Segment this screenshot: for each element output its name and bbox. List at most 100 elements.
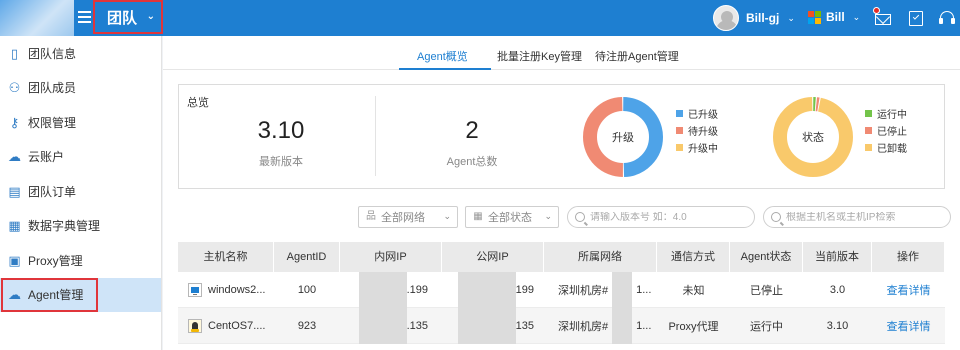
legend-item: 升级中 [676, 139, 718, 156]
upgrade-donut-chart: 升级 [583, 97, 663, 177]
agent-status-cell: 运行中 [750, 320, 783, 333]
chevron-down-icon: ⌄ [544, 211, 552, 221]
comm-method-cell: 未知 [682, 284, 705, 297]
view-details-link[interactable]: 查看详情 [872, 282, 945, 298]
redaction-mask [612, 307, 633, 344]
inner-ip-cell: .135 [340, 307, 442, 344]
sidebar-item[interactable]: ▤ 团队订单 [0, 174, 161, 209]
mail-icon[interactable] [873, 7, 892, 27]
public-ip: 199 [515, 283, 534, 296]
host-name-cell: windows2... [178, 282, 274, 297]
team-info-icon: ▯ [10, 45, 19, 61]
redaction-mask [612, 271, 633, 308]
network-filter[interactable]: 品 全部网络 ⌄ [358, 206, 458, 228]
team-selector-label: 团队 [107, 9, 138, 27]
version-search[interactable] [567, 206, 755, 228]
legend-item: 已卸载 [865, 139, 907, 156]
chevron-down-icon: ⌄ [443, 211, 451, 221]
linux-icon [188, 318, 202, 333]
sidebar-item-label: 云账户 [28, 150, 65, 165]
legend-label: 待升级 [688, 127, 718, 138]
windows-icon [188, 282, 202, 297]
tab-pending-agent[interactable]: 待注册Agent管理 [595, 48, 679, 64]
column-header: Agent状态 [730, 242, 803, 272]
public-ip-cell: 135 [442, 307, 544, 344]
legend-item: 已升级 [676, 105, 718, 122]
host-search[interactable] [763, 206, 951, 228]
sidebar-item[interactable]: ☁ Agent管理 [0, 277, 161, 312]
agent-table: 主机名称 AgentID 内网IP 公网IP 所属网络 通信方式 Agent状态 当前版本 操作… [178, 242, 945, 344]
version-cell: 3.0 [829, 283, 846, 296]
org-name: Bill [826, 10, 845, 24]
sidebar-item[interactable]: ☁ 云账户 [0, 140, 161, 175]
sidebar-item[interactable]: ▯ 团队信息 [0, 36, 161, 71]
headset-icon[interactable] [938, 9, 956, 27]
upgrade-legend: 已升级待升级升级中 [676, 105, 718, 156]
legend-label: 运行中 [877, 110, 907, 121]
network-cell: 深圳机房# 1... [544, 307, 657, 344]
host-name: CentOS7.... [208, 319, 266, 332]
table-row[interactable]: windows2... 100 .199 199 深圳机房# 1... 未知 已停止 3.0 查看… [178, 271, 945, 308]
column-header: 操作 [872, 242, 945, 272]
legend-item: 已停止 [865, 122, 907, 139]
donut-center-label: 升级 [612, 131, 634, 144]
search-icon [575, 212, 585, 222]
menu-icon[interactable] [78, 8, 94, 28]
org-logo-icon [808, 10, 821, 24]
tab-agent-overview[interactable]: Agent概览 [417, 48, 468, 64]
org-menu[interactable]: Bill ⌄ [808, 10, 860, 24]
user-menu[interactable]: Bill-gj ⌄ [713, 5, 795, 31]
legend-item: 运行中 [865, 105, 907, 122]
column-header: 主机名称 [178, 242, 274, 272]
legend-label: 已卸载 [877, 144, 907, 155]
sidebar-item-label: 团队订单 [28, 184, 77, 199]
legend-label: 升级中 [688, 144, 718, 155]
user-name: Bill-gj [746, 11, 780, 25]
network-cell: 深圳机房# 1... [544, 271, 657, 308]
host-search-input[interactable] [786, 211, 946, 223]
host-name: windows2... [208, 283, 266, 296]
agent-total-label: Agent总数 [446, 156, 498, 168]
agent-total-value: 2 [465, 117, 479, 144]
agent-total-stat: 2 Agent总数 [382, 85, 562, 169]
host-name-cell: CentOS7.... [178, 318, 274, 333]
network-name: 深圳机房# [558, 284, 609, 297]
sidebar: ▯ 团队信息 ⚇ 团队成员 ⚷ 权限管理 ☁ 云账户 ▤ 团队订单 ▦ 数据字典管理 ▣ Proxy管理 ☁… [0, 36, 162, 350]
team-selector[interactable]: 团队 ⌄ [93, 0, 163, 34]
clipboard-icon[interactable] [907, 9, 925, 27]
public-ip: 135 [515, 319, 534, 332]
legend-label: 已停止 [877, 127, 907, 138]
column-header: 当前版本 [803, 242, 872, 272]
sidebar-item[interactable]: ▣ Proxy管理 [0, 243, 161, 278]
sidebar-item[interactable]: ⚷ 权限管理 [0, 105, 161, 140]
agent-id-cell: 100 [297, 283, 317, 296]
chevron-down-icon: ⌄ [146, 11, 155, 22]
sidebar-item-label: 数据字典管理 [28, 219, 101, 234]
legend-item: 待升级 [676, 122, 718, 139]
inner-ip-cell: .199 [340, 271, 442, 308]
legend-swatch [865, 110, 872, 117]
tab-underline [399, 68, 491, 70]
sidebar-item[interactable]: ▦ 数据字典管理 [0, 209, 161, 244]
chevron-down-icon: ⌄ [852, 11, 861, 22]
top-bar: 团队 ⌄ Bill-gj ⌄ Bill ⌄ [0, 0, 960, 36]
column-header: AgentID [274, 242, 340, 272]
comm-method-cell: Proxy代理 [668, 320, 719, 333]
legend-swatch [676, 127, 683, 134]
agent-id-cell: 923 [297, 319, 317, 332]
permission-icon: ⚷ [9, 114, 20, 130]
column-header: 所属网络 [544, 242, 657, 272]
inner-ip: .199 [406, 283, 428, 296]
status-filter[interactable]: ▦ 全部状态 ⌄ [465, 206, 559, 228]
view-details-link[interactable]: 查看详情 [872, 318, 945, 334]
sidebar-item[interactable]: ⚇ 团队成员 [0, 71, 161, 106]
status-donut-chart: 状态 [773, 97, 853, 177]
column-header: 通信方式 [657, 242, 730, 272]
latest-version-value: 3.10 [257, 117, 305, 144]
table-row[interactable]: CentOS7.... 923 .135 135 深圳机房# 1... Proxy代理 运行中… [178, 307, 945, 344]
logo[interactable] [0, 0, 74, 36]
network-suffix: 1... [636, 283, 652, 296]
tab-batch-key[interactable]: 批量注册Key管理 [497, 48, 582, 64]
legend-swatch [676, 110, 683, 117]
version-search-input[interactable] [590, 211, 750, 223]
